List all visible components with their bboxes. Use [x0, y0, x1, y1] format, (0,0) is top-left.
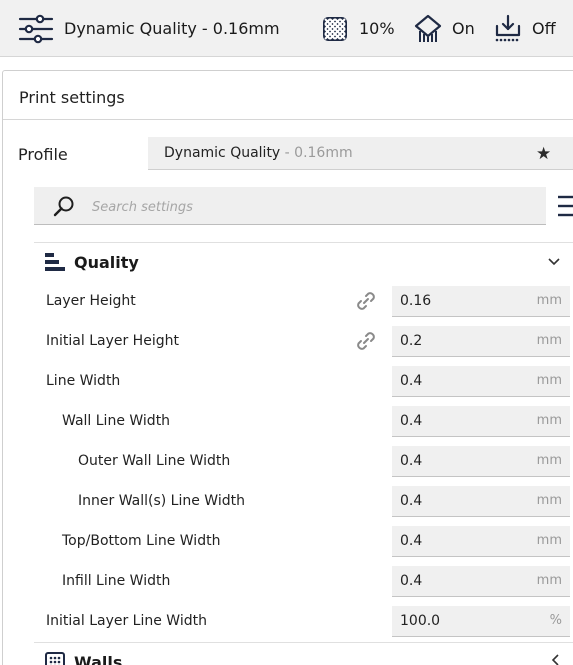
print-setup-summary-bar[interactable]: Dynamic Quality - 0.16mm 10% On Off: [0, 0, 573, 57]
setting-unit: mm: [536, 373, 562, 388]
support-value: On: [452, 19, 475, 38]
setting-field-infill-line-width[interactable]: 0.4 mm: [392, 566, 570, 597]
profile-layer-height: - 0.16mm: [280, 145, 353, 161]
setting-field-inner-wall-line-width[interactable]: 0.4 mm: [392, 486, 570, 517]
setting-label-infill-line-width: Infill Line Width: [62, 573, 171, 589]
adhesion-icon: [494, 0, 522, 57]
setting-value: 0.4: [400, 413, 423, 429]
setting-field-outer-wall-line-width[interactable]: 0.4 mm: [392, 446, 570, 477]
star-icon[interactable]: ★: [536, 144, 551, 164]
category-title-quality[interactable]: Quality: [74, 253, 139, 272]
search-placeholder: Search settings: [92, 200, 193, 215]
setting-label-top-bottom-line-width: Top/Bottom Line Width: [62, 533, 221, 549]
walls-icon: [45, 652, 65, 665]
setting-unit: mm: [536, 413, 562, 428]
setting-value: 0.4: [400, 573, 423, 589]
setting-unit: mm: [536, 533, 562, 548]
setting-field-top-bottom-line-width[interactable]: 0.4 mm: [392, 526, 570, 557]
search-settings-field[interactable]: Search settings: [34, 187, 546, 225]
setting-unit: mm: [536, 453, 562, 468]
setting-unit: mm: [536, 573, 562, 588]
setting-unit: mm: [536, 293, 562, 308]
setting-unit: %: [549, 613, 562, 628]
setting-label-initial-layer-height: Initial Layer Height: [46, 333, 179, 349]
category-divider: [34, 642, 573, 643]
setting-label-line-width: Line Width: [46, 373, 121, 389]
setting-value: 0.4: [400, 373, 423, 389]
panel-title: Print settings: [19, 88, 125, 107]
category-title-walls[interactable]: Walls: [74, 653, 122, 665]
setting-field-line-width[interactable]: 0.4 mm: [392, 366, 570, 397]
panel-divider: [3, 119, 573, 120]
adhesion-value: Off: [532, 19, 556, 38]
setting-label-inner-wall-line-width: Inner Wall(s) Line Width: [78, 493, 245, 509]
setting-value: 0.4: [400, 493, 423, 509]
sliders-icon: [18, 0, 54, 57]
active-profile-summary: Dynamic Quality - 0.16mm: [64, 19, 280, 38]
chevron-left-icon[interactable]: [549, 652, 561, 665]
profile-name: Dynamic Quality: [164, 145, 281, 161]
setting-unit: mm: [536, 333, 562, 348]
search-icon: [52, 195, 76, 223]
setting-value: 0.4: [400, 453, 423, 469]
setting-value: 0.4: [400, 533, 423, 549]
menu-icon[interactable]: [558, 194, 573, 222]
setting-label-outer-wall-line-width: Outer Wall Line Width: [78, 453, 231, 469]
setting-field-layer-height[interactable]: 0.16 mm: [392, 286, 570, 317]
profile-selector[interactable]: Dynamic Quality - 0.16mm ★: [148, 137, 573, 170]
link-icon[interactable]: [355, 330, 377, 356]
setting-field-initial-layer-height[interactable]: 0.2 mm: [392, 326, 570, 357]
chevron-down-icon[interactable]: [547, 253, 561, 272]
setting-value: 0.16: [400, 293, 432, 309]
infill-icon: [322, 0, 348, 57]
setting-field-initial-layer-line-width[interactable]: 100.0 %: [392, 606, 570, 637]
category-divider: [34, 242, 573, 243]
setting-value: 0.2: [400, 333, 423, 349]
profile-label: Profile: [18, 145, 68, 164]
infill-value: 10%: [359, 19, 395, 38]
setting-label-wall-line-width: Wall Line Width: [62, 413, 171, 429]
setting-field-wall-line-width[interactable]: 0.4 mm: [392, 406, 570, 437]
setting-label-initial-layer-line-width: Initial Layer Line Width: [46, 613, 207, 629]
setting-unit: mm: [536, 493, 562, 508]
setting-value: 100.0: [400, 613, 441, 629]
quality-icon: [45, 252, 65, 276]
link-icon[interactable]: [355, 290, 377, 316]
setting-label-layer-height: Layer Height: [46, 293, 136, 309]
support-icon: [414, 0, 442, 57]
